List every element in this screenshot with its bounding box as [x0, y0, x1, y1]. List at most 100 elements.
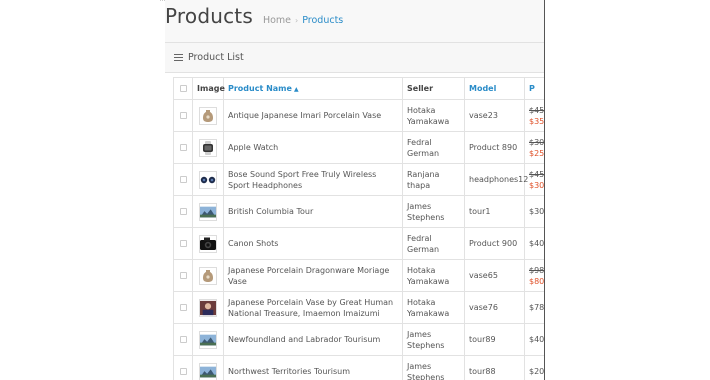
product-image-cell [192, 355, 224, 380]
table-row: Japanese Porcelain Vase by Great Human N… [173, 291, 545, 324]
model-code: headphones12 [464, 163, 528, 196]
product-image-cell [192, 291, 224, 324]
select-all-checkbox[interactable] [179, 85, 187, 92]
column-header-product-name[interactable]: Product Name ▲ [223, 77, 403, 100]
price-cell: $40 [524, 227, 545, 260]
row-checkbox[interactable] [179, 112, 187, 119]
sale-price: $350 [529, 116, 545, 126]
price: $780 [529, 303, 545, 312]
table-row: Japanese Porcelain Dragonware Moriage Va… [173, 259, 545, 292]
row-select-cell [173, 99, 193, 132]
price-cell: $780 [524, 291, 545, 324]
seller-name: James Stephens [402, 195, 465, 228]
model-code: tour1 [464, 195, 525, 228]
original-price: $300 [529, 137, 545, 147]
model-code: vase23 [464, 99, 525, 132]
product-name: Japanese Porcelain Dragonware Moriage Va… [223, 259, 403, 292]
seller-name: Ranjana thapa [402, 163, 465, 196]
row-checkbox[interactable] [179, 208, 187, 215]
model-code: tour88 [464, 355, 525, 380]
table-row: Newfoundland and Labrador Tourisum James … [173, 323, 545, 356]
column-header-product-name-label: Product Name [228, 84, 292, 93]
seller-name: James Stephens [402, 323, 465, 356]
vase-icon [199, 106, 217, 125]
list-icon [174, 53, 183, 62]
row-checkbox[interactable] [179, 336, 187, 343]
product-image-cell [192, 323, 224, 356]
product-name: Apple Watch [223, 131, 403, 164]
product-name: Japanese Porcelain Vase by Great Human N… [223, 291, 403, 324]
headphones-icon [199, 170, 217, 189]
model-code: vase76 [464, 291, 525, 324]
portrait-icon [199, 298, 217, 317]
landscape-icon [199, 362, 217, 380]
price: $40 [529, 239, 545, 248]
table-row: British Columbia Tour James Stephens tour1… [173, 195, 545, 228]
row-checkbox[interactable] [179, 272, 187, 279]
table-row: Bose Sound Sport Free Truly Wireless Spo… [173, 163, 545, 196]
table-row: Apple WatchFedral GermanProduct 890 $300$… [173, 131, 545, 164]
table-row: Northwest Territories Tourisum James Step… [173, 355, 545, 380]
select-all-cell [173, 77, 193, 100]
price-cell: $200 [524, 355, 545, 380]
row-select-cell [173, 259, 193, 292]
product-image-cell [192, 131, 224, 164]
column-header-image: Image [192, 77, 225, 100]
row-select-cell [173, 195, 193, 228]
column-header-seller: Seller [402, 77, 465, 100]
admin-content-area: Products Home › Products Product List Im… [165, 0, 545, 380]
seller-name: Hotaka Yamakawa [402, 259, 465, 292]
original-price: $450 [529, 105, 545, 115]
row-checkbox[interactable] [179, 304, 187, 311]
model-code: tour89 [464, 323, 525, 356]
price: $300 [529, 207, 545, 216]
original-price: $980 [529, 265, 545, 275]
product-name: Northwest Territories Tourisum [223, 355, 403, 380]
row-select-cell [173, 355, 193, 380]
landscape-icon [199, 330, 217, 349]
product-image-cell [192, 259, 224, 292]
product-image-cell [192, 195, 224, 228]
row-checkbox[interactable] [179, 368, 187, 375]
column-header-model[interactable]: Model [464, 77, 525, 100]
row-select-cell [173, 131, 193, 164]
price: $400 [529, 335, 545, 344]
panel-heading: Product List [165, 43, 545, 73]
page-title: Products [165, 4, 253, 28]
row-checkbox[interactable] [179, 240, 187, 247]
seller-name: Hotaka Yamakawa [402, 99, 465, 132]
sort-ascending-icon: ▲ [293, 86, 299, 93]
row-checkbox[interactable] [179, 144, 187, 151]
seller-name: Fedral German [402, 227, 465, 260]
sale-price: $250 [529, 148, 545, 158]
product-image-cell [192, 227, 224, 260]
window-edge-divider [544, 0, 545, 380]
price-cell: $450$350 [524, 99, 545, 132]
breadcrumb: Home › Products [263, 15, 343, 26]
page-header: Products Home › Products [165, 4, 343, 32]
original-price: $450 [529, 169, 545, 179]
model-code: Product 890 [464, 131, 525, 164]
breadcrumb-separator-icon: › [295, 16, 299, 25]
row-select-cell [173, 163, 193, 196]
sale-price: $300 [529, 180, 545, 190]
product-name: British Columbia Tour [223, 195, 403, 228]
product-table: Image Product Name ▲ Seller Model P Antiq… [173, 77, 545, 380]
price-cell: $300 [524, 195, 545, 228]
product-name: Canon Shots [223, 227, 403, 260]
breadcrumb-products-link[interactable]: Products [302, 15, 343, 26]
landscape-icon [199, 202, 217, 221]
column-header-price[interactable]: P [524, 77, 545, 100]
seller-name: James Stephens [402, 355, 465, 380]
table-row: Antique Japanese Imari Porcelain Vase Hot… [173, 99, 545, 132]
product-image-cell [192, 99, 224, 132]
breadcrumb-home-link[interactable]: Home [263, 15, 291, 26]
sale-price: $800 [529, 276, 545, 286]
vase-icon [199, 266, 217, 285]
row-select-cell [173, 291, 193, 324]
model-code: vase65 [464, 259, 525, 292]
product-table-wrapper: Image Product Name ▲ Seller Model P Antiq… [173, 77, 545, 380]
row-checkbox[interactable] [179, 176, 187, 183]
seller-name: Fedral German [402, 131, 465, 164]
row-select-cell [173, 323, 193, 356]
